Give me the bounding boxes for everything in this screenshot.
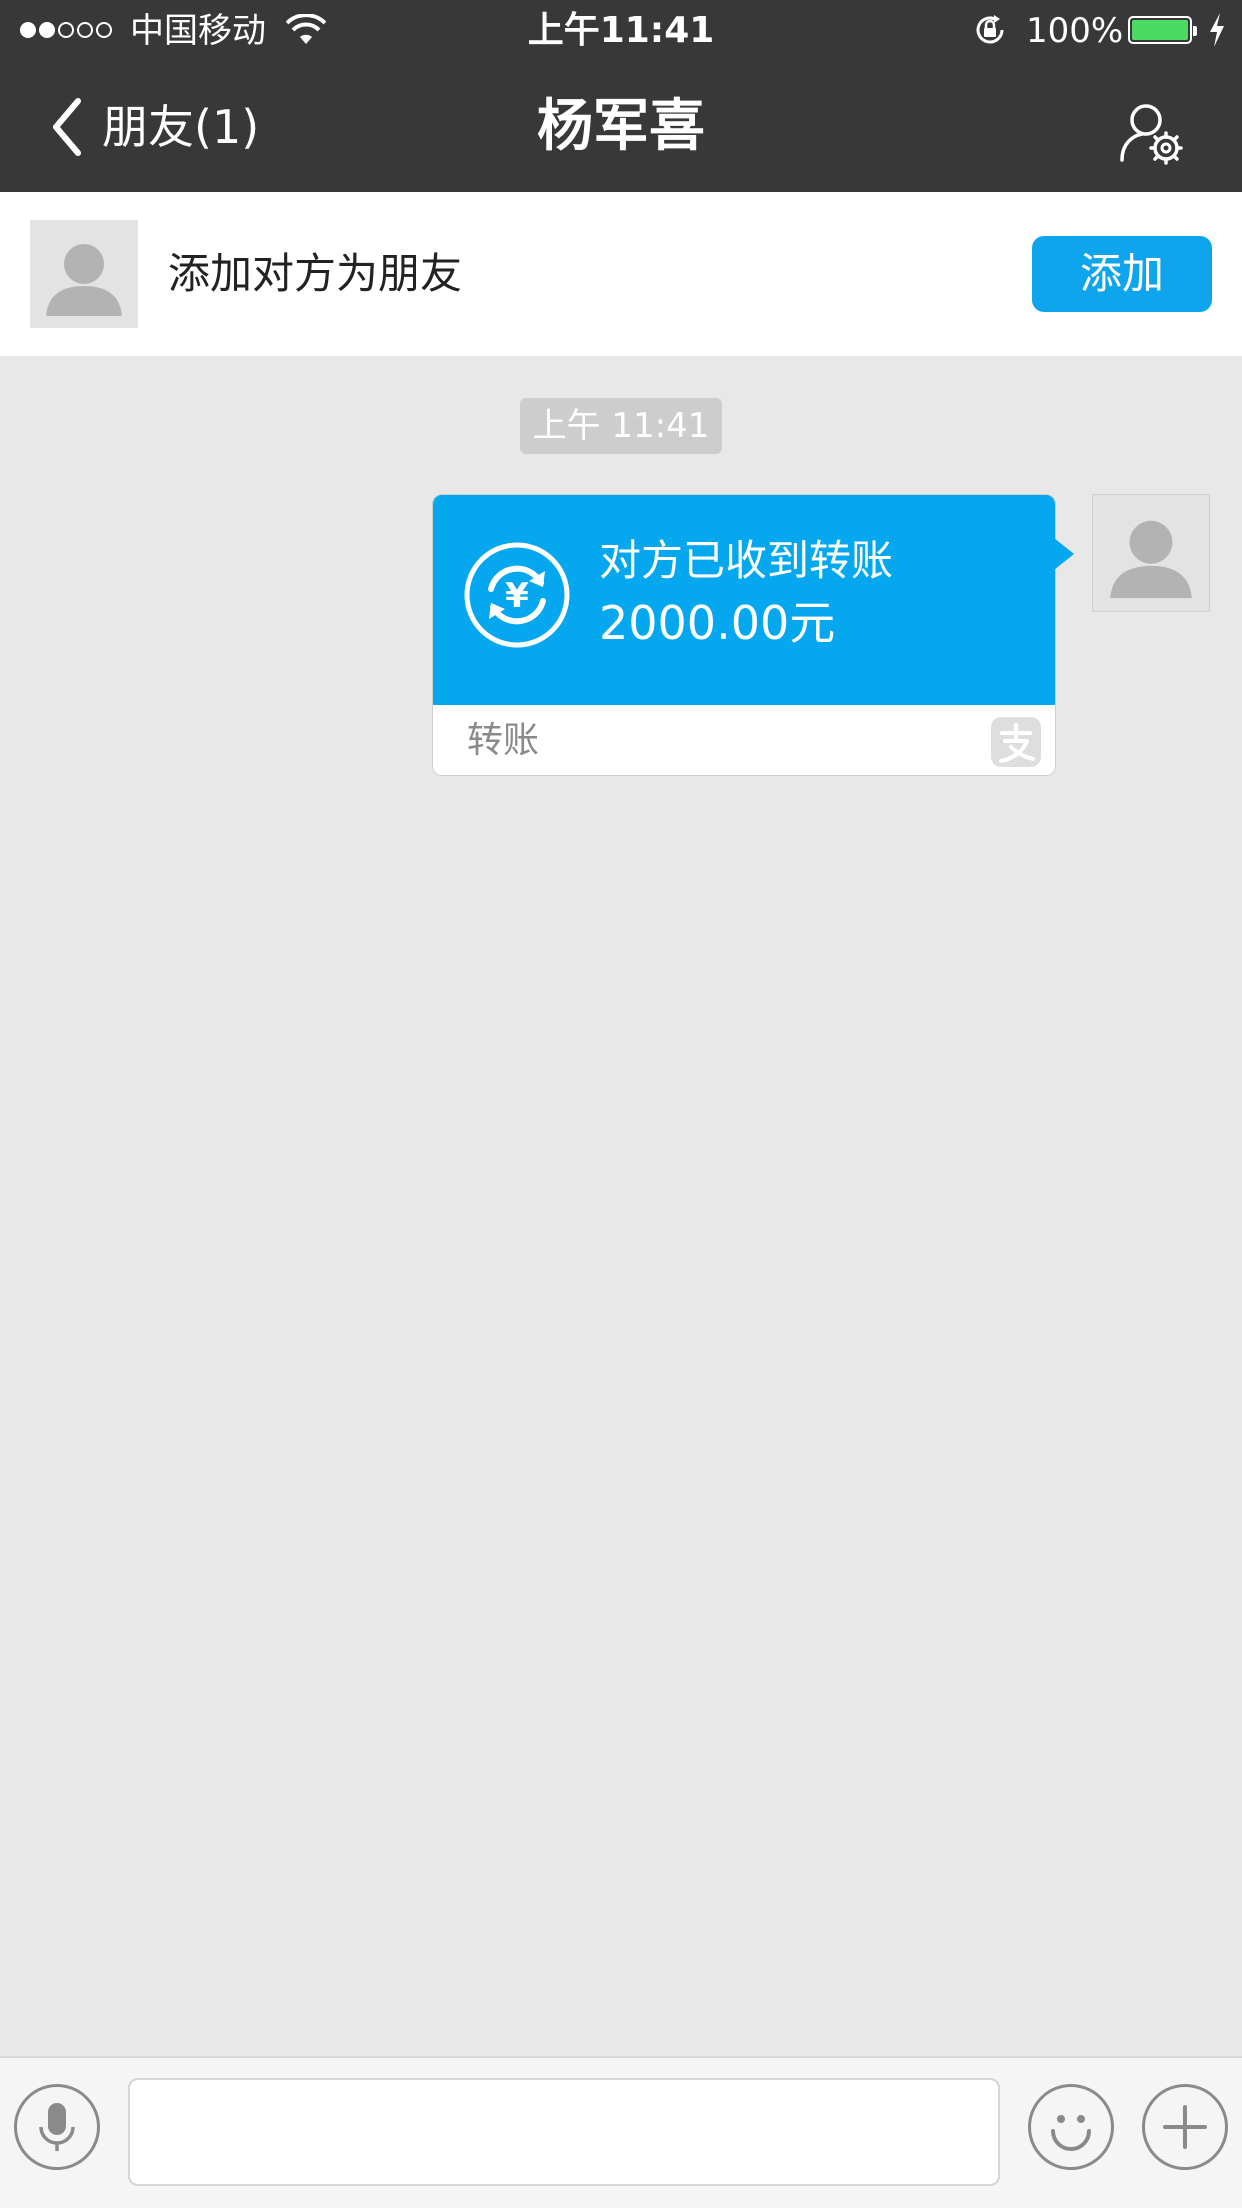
message-input[interactable] — [128, 2078, 1000, 2186]
transfer-card-header: ¥ 对方已收到转账 2000.00元 — [433, 495, 1055, 705]
back-label: 朋友(1) — [102, 100, 260, 154]
default-avatar-icon — [1110, 520, 1192, 599]
transfer-status: 对方已收到转账 — [599, 536, 894, 585]
add-friend-button[interactable]: 添加 — [1032, 236, 1212, 312]
alipay-icon — [991, 717, 1041, 767]
battery-percent: 100% — [1026, 11, 1124, 51]
status-bar: 中国移动 上午11:41 100% — [0, 0, 1242, 62]
more-options-button[interactable] — [1142, 2084, 1228, 2170]
plus-icon — [1163, 2105, 1207, 2149]
contact-settings-icon[interactable] — [1116, 96, 1186, 166]
transfer-amount: 2000.00元 — [599, 596, 836, 650]
charging-icon — [1210, 13, 1224, 47]
back-button[interactable]: 朋友(1) — [50, 92, 259, 162]
add-friend-banner: 添加对方为朋友 添加 — [0, 192, 1242, 356]
bubble-tail — [1054, 538, 1074, 570]
message-input-bar — [0, 2056, 1242, 2208]
default-avatar-icon — [46, 244, 122, 316]
smiley-icon — [1051, 2115, 1091, 2151]
transfer-message-card[interactable]: ¥ 对方已收到转账 2000.00元 转账 — [432, 494, 1056, 776]
orientation-lock-icon — [976, 15, 1004, 44]
message-timestamp: 上午 11:41 — [520, 398, 722, 454]
voice-input-button[interactable] — [14, 2084, 100, 2170]
add-friend-prompt: 添加对方为朋友 — [168, 249, 463, 298]
chevron-left-icon — [53, 98, 81, 156]
transfer-label: 转账 — [467, 720, 540, 761]
navigation-bar: 朋友(1) 杨军喜 — [0, 62, 1242, 192]
sender-avatar[interactable] — [1092, 494, 1210, 612]
svg-text:¥: ¥ — [505, 576, 529, 616]
emoji-button[interactable] — [1028, 2084, 1114, 2170]
transfer-card-footer: 转账 — [433, 705, 1055, 775]
microphone-icon — [39, 2103, 75, 2151]
battery-icon — [1128, 16, 1197, 44]
transfer-received-icon: ¥ — [464, 542, 570, 648]
avatar[interactable] — [30, 220, 138, 328]
